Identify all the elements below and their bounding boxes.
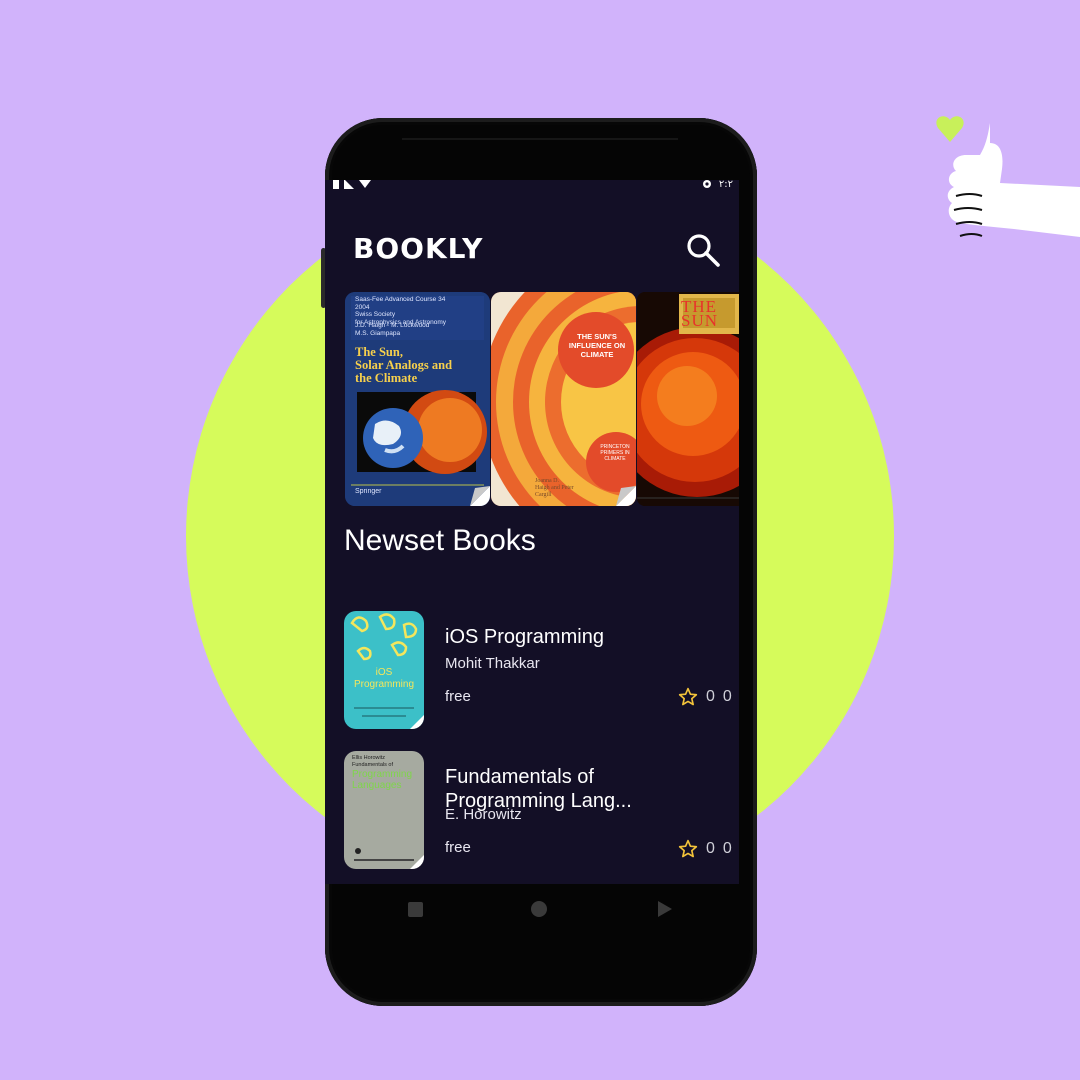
cover-title-text: THE SUN'S INFLUENCE ON CLIMATE	[568, 332, 626, 359]
wifi-icon	[359, 180, 371, 188]
status-bar: ٢:٢	[325, 180, 739, 192]
featured-carousel[interactable]: Saas-Fee Advanced Course 34 2004 Swiss S…	[345, 292, 739, 506]
thumbs-up-illustration	[936, 116, 1080, 237]
system-navigation-bar	[325, 884, 739, 936]
featured-book-cover[interactable]: THE SUN'S INFLUENCE ON CLIMATE PRINCETON…	[491, 292, 636, 506]
book-price: free	[445, 688, 471, 705]
rating-count: 0	[722, 688, 732, 705]
section-title: Newset Books	[344, 524, 536, 557]
star-outline-icon[interactable]	[678, 687, 698, 707]
book-list-item[interactable]: Ellis Horowitz Fundamentals of Programmi…	[344, 751, 739, 871]
circle-icon[interactable]	[531, 901, 547, 917]
notification-icon	[333, 180, 339, 189]
rating-value: 0	[706, 688, 715, 705]
search-icon[interactable]	[685, 232, 721, 268]
book-title[interactable]: iOS Programming	[445, 625, 675, 649]
book-cover-thumbnail[interactable]: iOS Programming	[344, 611, 424, 729]
thumbnail-title-text: iOS Programming	[353, 667, 415, 690]
featured-book-cover[interactable]: Saas-Fee Advanced Course 34 2004 Swiss S…	[345, 292, 490, 506]
cover-publisher-text: Springer	[355, 488, 382, 495]
book-author: E. Horowitz	[445, 806, 522, 823]
book-cover-thumbnail[interactable]: Ellis Horowitz Fundamentals of Programmi…	[344, 751, 424, 869]
cover-title-text: The Sun, Solar Analogs and the Climate	[355, 346, 453, 385]
app-logo: BOOKLY	[353, 231, 484, 265]
thumbnail-subtitle-text: Fundamentals of	[352, 762, 393, 768]
triangle-icon[interactable]	[657, 900, 673, 918]
cover-title-text: THE SUN	[681, 300, 719, 330]
thumbnail-author-text: Ellis Horowitz	[352, 755, 386, 761]
square-icon[interactable]	[408, 902, 423, 917]
status-time: ٢:٢	[718, 180, 733, 190]
star-outline-icon[interactable]	[678, 839, 698, 859]
phone-speaker	[402, 138, 678, 140]
app-screen: ٢:٢ BOOKLY Saas-Fee Advanced Course 34 2…	[325, 180, 739, 884]
featured-book-cover[interactable]: THE SUN	[637, 292, 739, 506]
book-author: Mohit Thakkar	[445, 655, 540, 672]
book-rating: 0 0	[678, 839, 732, 859]
signal-icon	[344, 180, 354, 189]
cover-authors-text: Joanna D. Haigh and Peter Cargill	[535, 478, 574, 498]
book-list-item[interactable]: iOS Programming iOS Programming Mohit Th…	[344, 611, 739, 731]
book-price: free	[445, 839, 471, 856]
rating-value: 0	[706, 840, 715, 857]
thumbnail-title-text: Programming Languages	[352, 769, 413, 791]
rating-count: 0	[722, 840, 732, 857]
cover-authors-text: J.D. Haigh · M. Lockwood M.S. Giampapa	[355, 322, 430, 337]
book-rating: 0 0	[678, 687, 732, 707]
cover-series-text: PRINCETON PRIMERS IN CLIMATE	[600, 444, 630, 462]
settings-icon	[702, 180, 711, 188]
